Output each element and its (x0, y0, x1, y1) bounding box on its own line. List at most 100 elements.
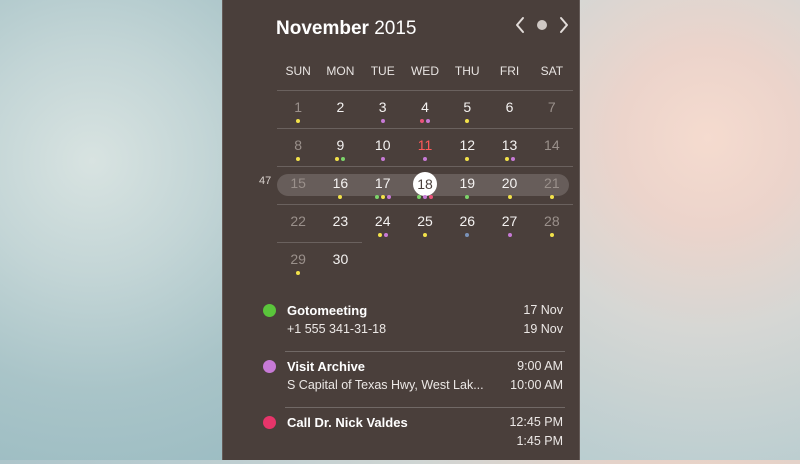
day-number: 24 (374, 213, 391, 229)
day-number: 9 (336, 137, 345, 153)
event-color-dot (263, 304, 276, 317)
day-number: 13 (501, 137, 518, 153)
day-number: 14 (544, 137, 560, 153)
event-dots (319, 195, 361, 199)
event-end: 1:45 PM (516, 434, 563, 448)
event-dots (404, 233, 446, 237)
day-cell[interactable]: 13 (488, 129, 530, 166)
event-title: Visit Archive (287, 359, 366, 374)
day-cell[interactable]: 21 (531, 167, 573, 204)
day-cell[interactable]: 8 (277, 129, 319, 166)
day-cell-today[interactable]: 18 (404, 167, 446, 204)
weekday-mon: MON (326, 64, 355, 78)
day-number: 21 (544, 175, 560, 191)
day-cell[interactable]: 9 (319, 129, 361, 166)
event-dots (319, 157, 361, 161)
month-grid: 1 2 3 4 5 6 7 8 9 10 11 12 13 14 15 16 1… (277, 90, 573, 280)
day-cell[interactable]: 17 (362, 167, 404, 204)
day-cell[interactable]: 25 (404, 205, 446, 242)
event-item[interactable]: Call Dr. Nick Valdes 12:45 PM 1:45 PM (261, 408, 565, 464)
week-number: 47 (259, 175, 272, 187)
day-number: 2 (336, 99, 345, 115)
event-subtitle: +1 555 341-31-18 (287, 322, 387, 336)
day-number: 15 (290, 175, 306, 191)
desktop-background-right (570, 0, 800, 460)
day-cell[interactable]: 6 (488, 91, 530, 128)
day-number: 25 (417, 213, 433, 229)
event-dots (446, 233, 488, 237)
event-dots (531, 195, 573, 199)
event-dots (446, 119, 488, 123)
event-end: 19 Nov (523, 322, 563, 336)
event-start: 12:45 PM (509, 415, 563, 429)
day-number: 6 (505, 99, 514, 115)
event-dots (488, 233, 530, 237)
month-year-title: November 2015 (276, 18, 416, 40)
day-cell[interactable]: 20 (488, 167, 530, 204)
day-number: 28 (544, 213, 560, 229)
event-subtitle: S Capital of Texas Hwy, West Lak... (287, 378, 484, 392)
day-cell[interactable]: 19 (446, 167, 488, 204)
day-cell[interactable]: 23 (319, 205, 361, 242)
weekday-sun: SUN (285, 64, 311, 78)
day-number: 17 (374, 175, 391, 191)
day-cell[interactable]: 16 (319, 167, 361, 204)
week-row: 1 2 3 4 5 6 7 (277, 90, 573, 128)
day-cell[interactable]: 5 (446, 91, 488, 128)
day-cell[interactable]: 27 (488, 205, 530, 242)
today-button[interactable] (537, 20, 547, 30)
day-number: 5 (463, 99, 472, 115)
week-row: 29 30 (277, 242, 362, 280)
weekday-tue: TUE (370, 64, 395, 78)
year-label: 2015 (374, 18, 417, 39)
day-cell[interactable]: 4 (404, 91, 446, 128)
day-number: 4 (421, 99, 429, 115)
weekday-header: SUN MON TUE WED THU FRI SAT (277, 64, 573, 78)
chevron-right-icon[interactable] (559, 16, 569, 34)
event-dots (404, 195, 446, 199)
day-number: 29 (290, 251, 306, 267)
day-number: 26 (459, 213, 476, 229)
day-cell[interactable]: 28 (531, 205, 573, 242)
event-title: Call Dr. Nick Valdes (287, 415, 408, 430)
day-number: 3 (378, 99, 387, 115)
event-end: 10:00 AM (510, 378, 563, 392)
event-color-dot (263, 416, 276, 429)
day-cell[interactable]: 22 (277, 205, 319, 242)
event-item[interactable]: Gotomeeting +1 555 341-31-18 17 Nov 19 N… (261, 296, 565, 352)
event-color-dot (263, 360, 276, 373)
weekday-thu: THU (454, 64, 480, 78)
day-cell[interactable]: 29 (277, 243, 319, 280)
day-cell[interactable]: 26 (446, 205, 488, 242)
day-cell[interactable]: 3 (362, 91, 404, 128)
calendar-panel: November 2015 SUN MON TUE WED THU FRI SA… (222, 0, 580, 460)
event-start: 9:00 AM (517, 359, 563, 373)
day-cell[interactable]: 14 (531, 129, 573, 166)
event-dots (277, 271, 319, 275)
event-start: 17 Nov (523, 303, 563, 317)
day-cell[interactable]: 12 (446, 129, 488, 166)
day-cell[interactable]: 2 (319, 91, 361, 128)
event-dots (446, 157, 488, 161)
day-number: 18 (417, 176, 433, 192)
month-label: November (276, 18, 369, 39)
day-cell[interactable]: 24 (362, 205, 404, 242)
day-cell[interactable]: 7 (531, 91, 573, 128)
weekday-sat: SAT (540, 64, 564, 78)
chevron-left-icon[interactable] (515, 16, 525, 34)
day-number: 22 (290, 213, 306, 229)
event-title: Gotomeeting (287, 303, 368, 318)
day-cell[interactable]: 1 (277, 91, 319, 128)
event-dots (446, 195, 488, 199)
weekday-wed: WED (410, 64, 439, 78)
day-cell[interactable]: 15 (277, 167, 319, 204)
event-dots (404, 119, 446, 123)
day-number: 16 (332, 175, 349, 191)
week-row: 8 9 10 11 12 13 14 (277, 128, 573, 166)
day-cell[interactable]: 30 (319, 243, 361, 280)
day-cell[interactable]: 10 (362, 129, 404, 166)
day-number: 1 (294, 99, 303, 115)
event-dots (404, 157, 446, 161)
event-item[interactable]: Visit Archive S Capital of Texas Hwy, We… (261, 352, 565, 408)
day-cell[interactable]: 11 (404, 129, 446, 166)
